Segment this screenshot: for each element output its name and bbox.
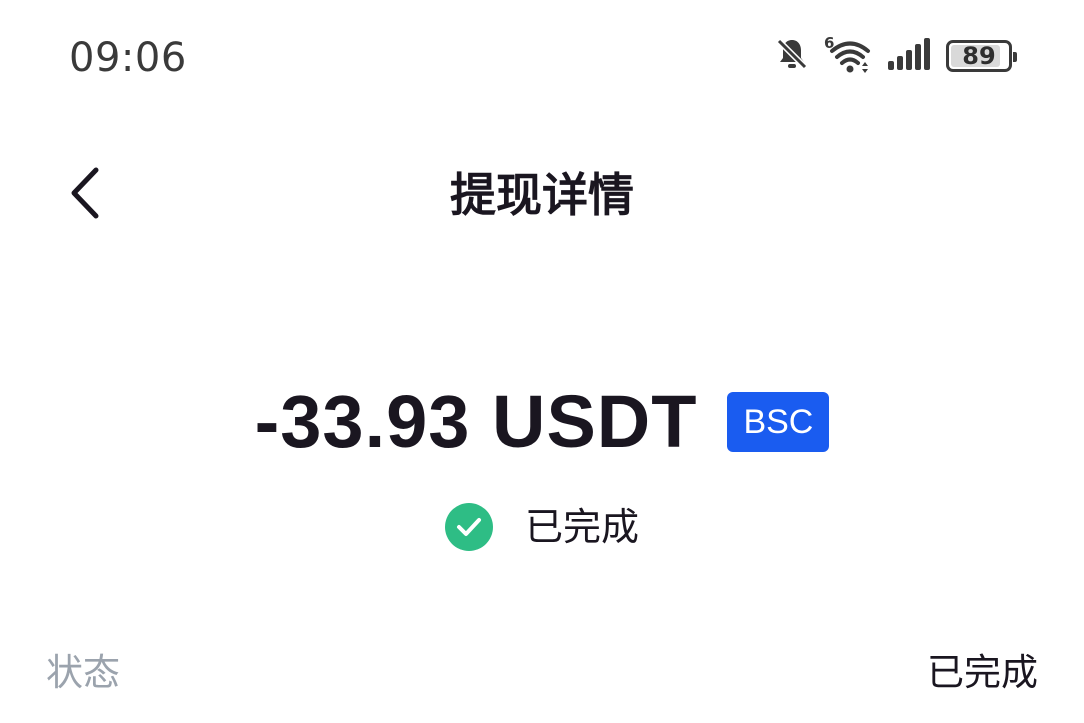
battery-level: 89	[962, 42, 996, 70]
detail-row-status: 状态 已完成	[46, 643, 1038, 695]
status-text: 已完成	[524, 505, 639, 549]
signal-icon	[886, 37, 932, 75]
transaction-status: 已完成	[0, 500, 1084, 554]
network-badge: BSC	[727, 392, 830, 452]
wifi-icon: 6	[824, 34, 872, 74]
page-title: 提现详情	[450, 168, 634, 222]
status-icons: 6 89	[774, 34, 1017, 76]
detail-label: 状态	[46, 651, 120, 694]
nav-bar: 提现详情	[0, 150, 1084, 240]
status-bar: 09:06 6 89	[0, 0, 1084, 115]
bell-muted-icon	[774, 36, 810, 76]
wifi-badge: 6	[824, 34, 835, 52]
amount-row: -33.93 USDT BSC	[0, 378, 1084, 466]
withdrawal-amount: -33.93 USDT	[254, 380, 698, 463]
battery-icon: 89	[946, 40, 1017, 72]
detail-value: 已完成	[927, 651, 1038, 694]
check-circle-icon	[444, 503, 493, 551]
clock: 09:06	[69, 35, 187, 81]
